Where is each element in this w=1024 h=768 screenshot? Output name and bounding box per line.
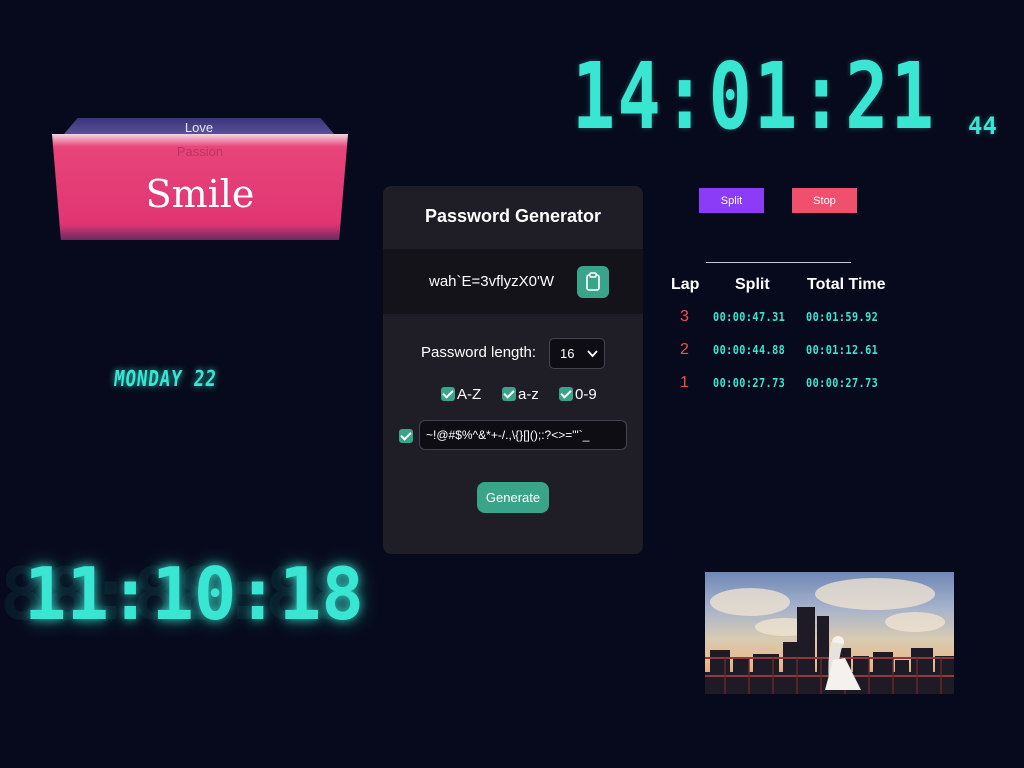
lap-total: 00:01:12.61 [806, 343, 879, 357]
password-length-value: 16 [560, 346, 575, 361]
generated-password: wah`E=3vflyzX0'W [429, 273, 554, 290]
laps-header-total: Total Time [807, 276, 886, 293]
generate-button[interactable]: Generate [477, 482, 549, 513]
lap-total: 00:01:59.92 [806, 310, 879, 324]
laps-divider [706, 262, 851, 263]
digits-label: 0-9 [575, 386, 597, 403]
uppercase-label: A-Z [457, 386, 482, 403]
lap-number: 2 [680, 341, 689, 358]
lap-number: 1 [680, 374, 689, 391]
lap-number: 3 [680, 308, 689, 325]
stopwatch-time: 14:01:21 [572, 43, 937, 150]
symbols-checkbox[interactable] [399, 429, 413, 443]
split-button[interactable]: Split [699, 188, 764, 213]
copy-button[interactable] [577, 266, 609, 298]
word-cube[interactable]: Love Passion Smile [52, 118, 348, 240]
stop-button[interactable]: Stop [792, 188, 857, 213]
lap-split: 00:00:44.88 [713, 343, 786, 357]
cube-top-face: Love [64, 118, 334, 134]
lowercase-label: a-z [518, 386, 539, 403]
anime-city-image [705, 572, 954, 694]
password-result-panel: wah`E=3vflyzX0'W [383, 249, 643, 314]
stopwatch-display: 14:01:21 44 [572, 42, 1022, 152]
password-length-label: Password length: [421, 344, 537, 361]
stopwatch-milliseconds: 44 [968, 112, 997, 140]
digits-checkbox[interactable] [559, 387, 573, 401]
clock-time: 11:10:18 [24, 552, 364, 636]
password-length-select[interactable]: 16 [549, 338, 605, 369]
lap-split: 00:00:27.73 [713, 376, 786, 390]
lap-row: 3 00:00:47.31 00:01:59.92 [660, 298, 900, 331]
symbols-input[interactable]: ~!@#$%^&*+-/.,\{}[]();:?<>="'`_ [419, 420, 627, 450]
lowercase-checkbox[interactable] [502, 387, 516, 401]
digits-option[interactable]: 0-9 [559, 386, 597, 403]
cube-back-text: Passion [176, 144, 224, 159]
laps-header-lap: Lap [671, 276, 700, 293]
chevron-down-icon [587, 345, 598, 364]
lap-total: 00:00:27.73 [806, 376, 879, 390]
date-display: MONDAY 22 [112, 367, 218, 392]
password-generator-card: Password Generator wah`E=3vflyzX0'W Pass… [383, 186, 643, 554]
lap-row: 2 00:00:44.88 00:01:12.61 [660, 331, 900, 364]
password-generator-title: Password Generator [424, 206, 602, 226]
lap-split: 00:00:47.31 [713, 310, 786, 324]
lowercase-option[interactable]: a-z [502, 386, 539, 403]
cube-front-label: Smile [145, 172, 255, 216]
uppercase-checkbox[interactable] [441, 387, 455, 401]
uppercase-option[interactable]: A-Z [441, 386, 481, 403]
cube-front-face: Passion Smile [52, 134, 348, 240]
laps-header-split: Split [735, 276, 770, 293]
laps-header: Lap Split Total Time [660, 276, 900, 298]
clipboard-icon [586, 272, 600, 291]
lap-row: 1 00:00:27.73 00:00:27.73 [660, 364, 900, 397]
laps-table: Lap Split Total Time 3 00:00:47.31 00:01… [660, 276, 900, 397]
